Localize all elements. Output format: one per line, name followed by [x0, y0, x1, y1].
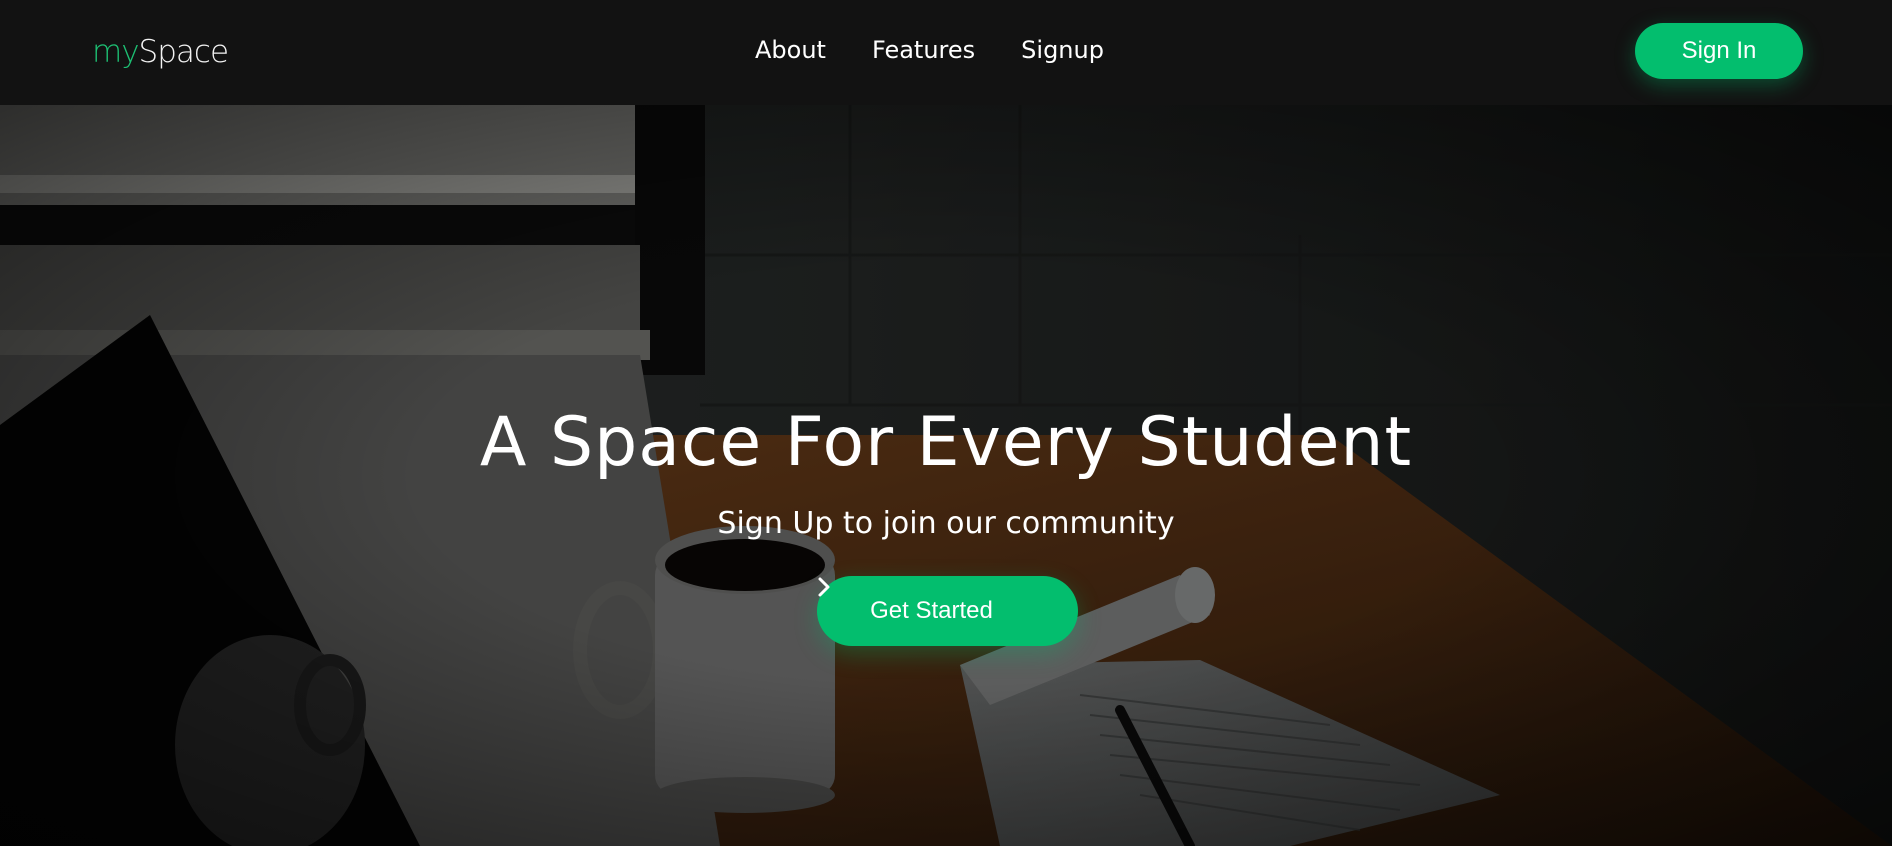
get-started-label: Get Started — [870, 597, 993, 624]
logo[interactable]: mySpace — [92, 32, 229, 72]
nav-links: About Features Signup — [755, 34, 1104, 66]
nav-link-features[interactable]: Features — [872, 34, 975, 66]
hero-subtitle: Sign Up to join our community — [717, 506, 1175, 541]
get-started-button[interactable]: Get Started — [817, 576, 1078, 646]
chevron-right-icon — [818, 577, 1025, 622]
hero-title: A Space For Every Student — [479, 402, 1413, 482]
hero-section: A Space For Every Student Sign Up to joi… — [0, 105, 1892, 846]
logo-name: Space — [138, 34, 229, 70]
nav-link-about[interactable]: About — [755, 34, 826, 66]
sign-in-button[interactable]: Sign In — [1635, 23, 1803, 79]
logo-prefix: my — [92, 34, 140, 70]
nav-link-signup[interactable]: Signup — [1021, 34, 1104, 66]
navbar: mySpace About Features Signup Sign In — [0, 0, 1892, 105]
